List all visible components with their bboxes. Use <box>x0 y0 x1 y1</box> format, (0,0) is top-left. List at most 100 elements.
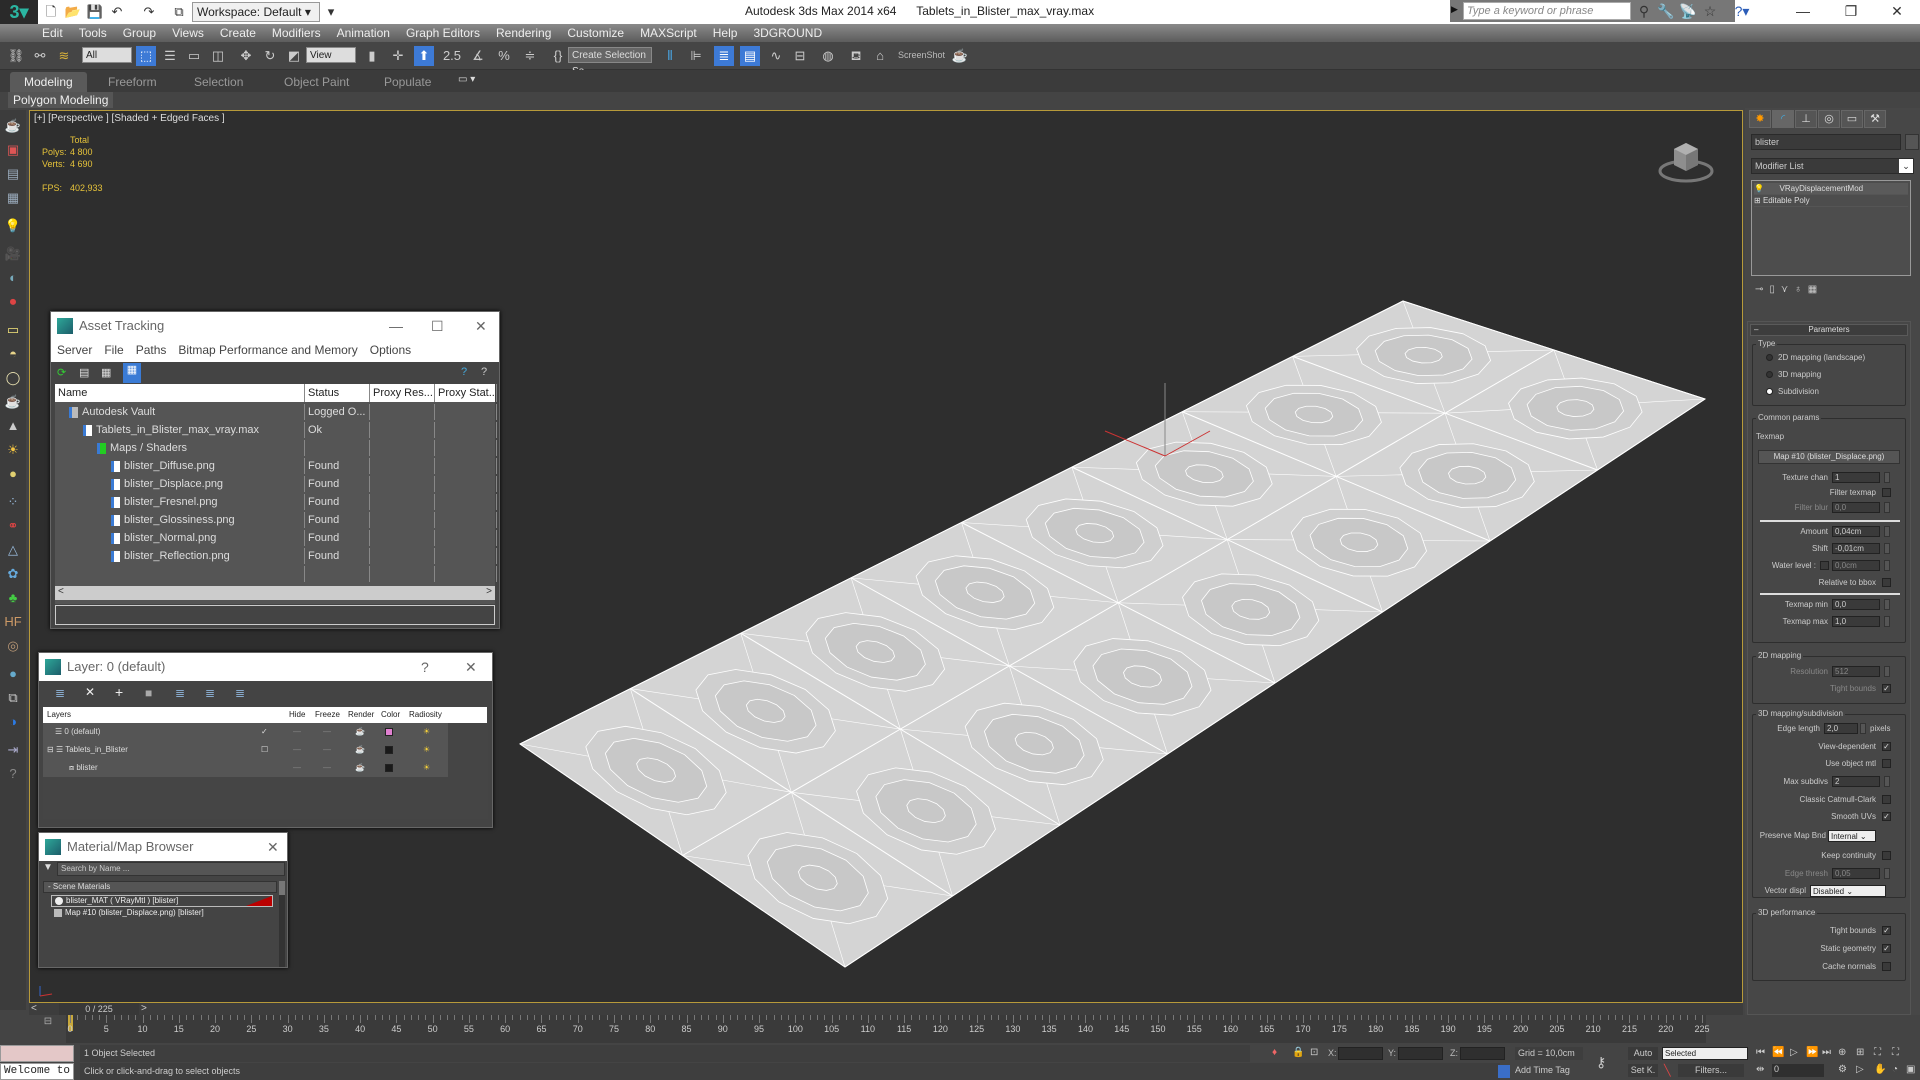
app-menu-button[interactable]: 3▾ <box>0 0 38 24</box>
menu-options[interactable]: Options <box>370 343 411 357</box>
select-by-name-icon[interactable]: ☰ <box>160 46 180 66</box>
maxscript-listener-field[interactable] <box>0 1045 74 1062</box>
max-subdivs-spinner[interactable] <box>1884 776 1890 787</box>
link-icon[interactable]: ⛓ <box>6 46 26 66</box>
utilities-tab-icon[interactable]: ⚒ <box>1864 110 1886 128</box>
teapot-light-icon[interactable]: ☕ <box>3 392 23 412</box>
restore-button[interactable]: ❐ <box>1828 0 1874 22</box>
key-filters-button[interactable]: Filters... <box>1678 1064 1744 1077</box>
material-item[interactable]: blister_MAT ( VRayMtl ) [blister] <box>51 895 273 907</box>
zoom-all-icon[interactable]: ⊞ <box>1856 1047 1864 1058</box>
open-file-icon[interactable]: 📂 <box>64 3 82 21</box>
static-geometry-checkbox[interactable]: ✓ <box>1882 944 1891 953</box>
polygon-modeling-panel[interactable]: Polygon Modeling <box>8 92 114 108</box>
delete-layer-icon[interactable]: ✕ <box>85 685 95 699</box>
texmap-min-field[interactable]: 0,0 <box>1832 599 1880 610</box>
refresh-icon[interactable]: ⟳ <box>57 366 66 379</box>
grid-panel-icon[interactable]: ▦ <box>3 188 23 208</box>
scene-converter-icon[interactable]: ⧉ <box>3 688 23 708</box>
water-level-spinner[interactable] <box>1884 560 1890 571</box>
keyword-search-input[interactable]: Type a keyword or phrase <box>1463 2 1631 20</box>
make-unique-icon[interactable]: ⋎ <box>1781 284 1794 295</box>
x-coordinate-field[interactable] <box>1338 1047 1383 1060</box>
isolate-selection-icon[interactable]: ♦ <box>1272 1047 1277 1058</box>
video-camera-icon[interactable]: ⏺ <box>3 292 23 312</box>
ribbon-tab-object-paint[interactable]: Object Paint <box>270 72 363 92</box>
expand-search-icon[interactable]: ▶ <box>1451 4 1458 15</box>
vertical-scrollbar[interactable] <box>279 881 285 967</box>
help-circle-icon[interactable]: ? <box>3 764 23 784</box>
save-icon[interactable]: 💾 <box>86 3 104 21</box>
collapse-icon[interactable]: ⊟ <box>47 745 54 754</box>
menu-graph-editors[interactable]: Graph Editors <box>398 24 488 42</box>
orbit-icon[interactable]: ◔ <box>1892 1064 1898 1075</box>
preserve-map-bnd-dropdown[interactable]: Internal ⌄ <box>1828 830 1876 842</box>
selection-filter-dropdown[interactable]: All <box>82 47 132 63</box>
column-layers[interactable]: Layers <box>47 707 71 723</box>
new-file-icon[interactable]: 🗋 <box>42 3 60 21</box>
asset-row[interactable]: Autodesk Vault Logged O... <box>55 402 497 420</box>
menu-help[interactable]: Help <box>705 24 746 42</box>
sphere-light-icon[interactable]: ● <box>3 464 23 484</box>
close-button[interactable]: ✕ <box>267 833 279 861</box>
texmap-button[interactable]: Map #10 (blister_Displace.png) <box>1758 450 1900 464</box>
toggle-ribbon-icon[interactable]: ▤ <box>740 46 760 66</box>
scroll-left-icon[interactable]: < <box>58 586 64 597</box>
angle-snap-icon[interactable]: ∡ <box>468 46 488 66</box>
previous-frame-icon[interactable]: ⏪ <box>1772 1047 1784 1058</box>
thumbnail-view-icon[interactable]: ▦ <box>101 366 111 379</box>
go-to-start-icon[interactable]: ⏮ <box>1756 1047 1765 1058</box>
browser-options-icon[interactable]: ▼ <box>43 862 53 873</box>
filter-blur-spinner[interactable] <box>1884 502 1890 513</box>
menu-bitmap-performance[interactable]: Bitmap Performance and Memory <box>178 343 357 357</box>
menu-file[interactable]: File <box>104 343 123 357</box>
key-filter-dropdown[interactable]: Selected <box>1662 1047 1748 1060</box>
column-proxy-resolution[interactable]: Proxy Res... <box>370 384 435 402</box>
add-time-tag-button[interactable]: Add Time Tag <box>1515 1065 1570 1075</box>
ribbon-tab-populate[interactable]: Populate <box>370 72 445 92</box>
close-button[interactable]: ✕ <box>475 312 487 340</box>
active-layer-toggle[interactable]: ☐ <box>261 741 268 759</box>
bulb-icon[interactable]: 💡 <box>1754 184 1764 193</box>
schematic-view-icon[interactable]: ⊟ <box>790 46 810 66</box>
window-crossing-icon[interactable]: ◫ <box>208 46 228 66</box>
menu-paths[interactable]: Paths <box>136 343 167 357</box>
rectangular-selection-icon[interactable]: ▭ <box>184 46 204 66</box>
export-icon[interactable]: ⇥ <box>3 740 23 760</box>
layer-color-swatch[interactable] <box>385 764 393 772</box>
resolution-spinner[interactable] <box>1884 666 1890 677</box>
reference-coord-dropdown[interactable]: View <box>306 47 356 63</box>
texture-chan-spinner[interactable] <box>1884 472 1890 483</box>
time-config-icon[interactable]: ⚙ <box>1838 1064 1847 1075</box>
tight-bounds-2d-checkbox[interactable]: ✓ <box>1882 684 1891 693</box>
vector-displ-dropdown[interactable]: Disabled ⌄ <box>1810 885 1886 897</box>
menu-tools[interactable]: Tools <box>71 24 115 42</box>
absolute-mode-icon[interactable]: ⊡ <box>1310 1047 1318 1058</box>
named-selection-dropdown[interactable]: Create Selection Se <box>568 47 652 77</box>
render-teapot-icon[interactable]: ☕ <box>355 723 365 741</box>
field-of-view-icon[interactable]: ▷ <box>1856 1064 1864 1075</box>
maxscript-output[interactable]: Welcome to <box>0 1063 74 1080</box>
shell-icon[interactable]: ◎ <box>3 636 23 656</box>
menu-rendering[interactable]: Rendering <box>488 24 559 42</box>
select-object-icon[interactable]: ⬚ <box>136 46 156 66</box>
context-help-icon[interactable]: ? <box>481 366 487 378</box>
light-lister-icon[interactable]: 💡 <box>3 216 23 236</box>
texmap-max-spinner[interactable] <box>1884 616 1890 627</box>
scroll-right-icon[interactable]: > <box>486 586 492 597</box>
zoom-extents-all-icon[interactable]: ⛶ <box>1892 1047 1899 1058</box>
layer-window-titlebar[interactable]: Layer: 0 (default) ? ✕ <box>39 653 492 681</box>
zoom-icon[interactable]: ⊕ <box>1838 1047 1846 1058</box>
asset-path-field[interactable] <box>55 605 495 625</box>
map-item[interactable]: Map #10 (blister_Displace.png) [blister] <box>51 908 273 920</box>
stack-item-vraydisplacementmod[interactable]: 💡 VRayDisplacementMod <box>1754 183 1908 195</box>
texmap-max-field[interactable]: 1,0 <box>1832 616 1880 627</box>
snaps-toggle-icon[interactable]: 2.5 <box>442 46 462 66</box>
customize-qat-icon[interactable]: ▾ <box>322 3 340 21</box>
play-icon[interactable]: ▷ <box>1790 1047 1798 1058</box>
screenshot-label[interactable]: ScreenShot <box>898 50 945 60</box>
plane-light-icon[interactable]: ▭ <box>3 320 23 340</box>
help-question-icon[interactable]: ? <box>461 366 467 378</box>
dome-light-icon[interactable]: ◓ <box>3 344 23 364</box>
select-manipulate-icon[interactable]: ✛ <box>388 46 408 66</box>
